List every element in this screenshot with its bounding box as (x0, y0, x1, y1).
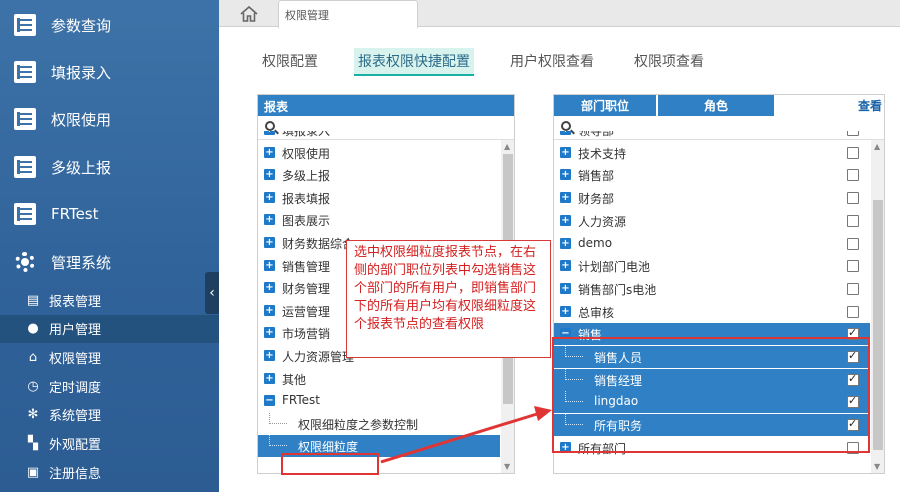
arrow-to-group (380, 412, 538, 464)
arrow-head (534, 406, 552, 421)
annotation-callout: 选中权限细粒度报表节点，在右侧的部门职位列表中勾选销售这个部门的所有用户，即销售… (346, 240, 551, 358)
